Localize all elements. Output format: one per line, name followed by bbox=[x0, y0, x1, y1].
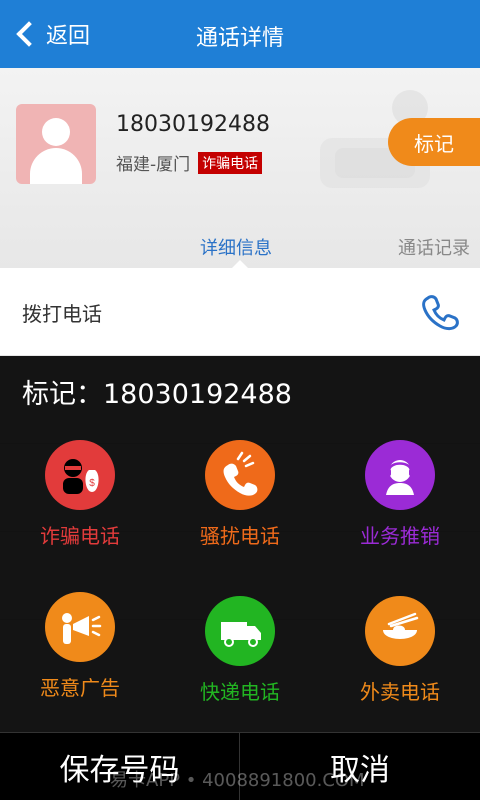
fraud-thief-icon: $ bbox=[45, 440, 115, 510]
mark-option-harass[interactable]: 骚扰电话 bbox=[160, 440, 320, 549]
fraud-tag-badge: 诈骗电话 bbox=[198, 151, 263, 174]
mark-option-fraud[interactable]: $ 诈骗电话 bbox=[0, 440, 160, 549]
mark-sheet-title: 标记：18030192488 bbox=[22, 379, 292, 410]
top-app-bar: 返回 通话详情 bbox=[0, 0, 480, 68]
tabs: 详细信息 通话记录 bbox=[0, 230, 480, 268]
food-bowl-icon bbox=[365, 596, 435, 666]
svg-text:$: $ bbox=[89, 478, 95, 489]
contact-location: 福建-厦门 bbox=[116, 155, 191, 175]
tab-records[interactable]: 通话记录 bbox=[398, 234, 470, 260]
tab-pointer-icon bbox=[232, 260, 248, 268]
mark-option-delivery-label: 快递电话 bbox=[200, 680, 280, 704]
contact-location-row: 福建-厦门 诈骗电话 bbox=[116, 150, 263, 175]
watermark-text: 易卡APP • 4008891800.COM bbox=[110, 770, 365, 791]
mark-option-delivery[interactable]: 快递电话 bbox=[160, 596, 320, 705]
delivery-truck-icon bbox=[205, 596, 275, 666]
contact-number: 18030192488 bbox=[116, 112, 270, 137]
mark-option-ads[interactable]: 恶意广告 bbox=[0, 592, 160, 701]
mark-option-fraud-label: 诈骗电话 bbox=[40, 524, 120, 548]
avatar bbox=[16, 104, 96, 184]
mark-option-takeout[interactable]: 外卖电话 bbox=[320, 596, 480, 705]
mark-option-sales-label: 业务推销 bbox=[360, 524, 440, 548]
megaphone-icon bbox=[45, 592, 115, 662]
mark-option-sales[interactable]: 业务推销 bbox=[320, 440, 480, 549]
page-title: 通话详情 bbox=[195, 26, 284, 51]
call-label: 拨打电话 bbox=[22, 302, 102, 326]
mark-option-takeout-label: 外卖电话 bbox=[360, 680, 440, 704]
call-row[interactable]: 拨打电话 bbox=[0, 268, 480, 356]
tab-detail[interactable]: 详细信息 bbox=[200, 234, 272, 260]
mark-option-ads-label: 恶意广告 bbox=[40, 676, 120, 700]
sales-agent-icon bbox=[365, 440, 435, 510]
harass-phone-icon bbox=[205, 440, 275, 510]
phone-icon[interactable] bbox=[418, 290, 462, 334]
mark-button[interactable]: 标记 bbox=[388, 118, 480, 166]
mark-option-harass-label: 骚扰电话 bbox=[200, 524, 280, 548]
